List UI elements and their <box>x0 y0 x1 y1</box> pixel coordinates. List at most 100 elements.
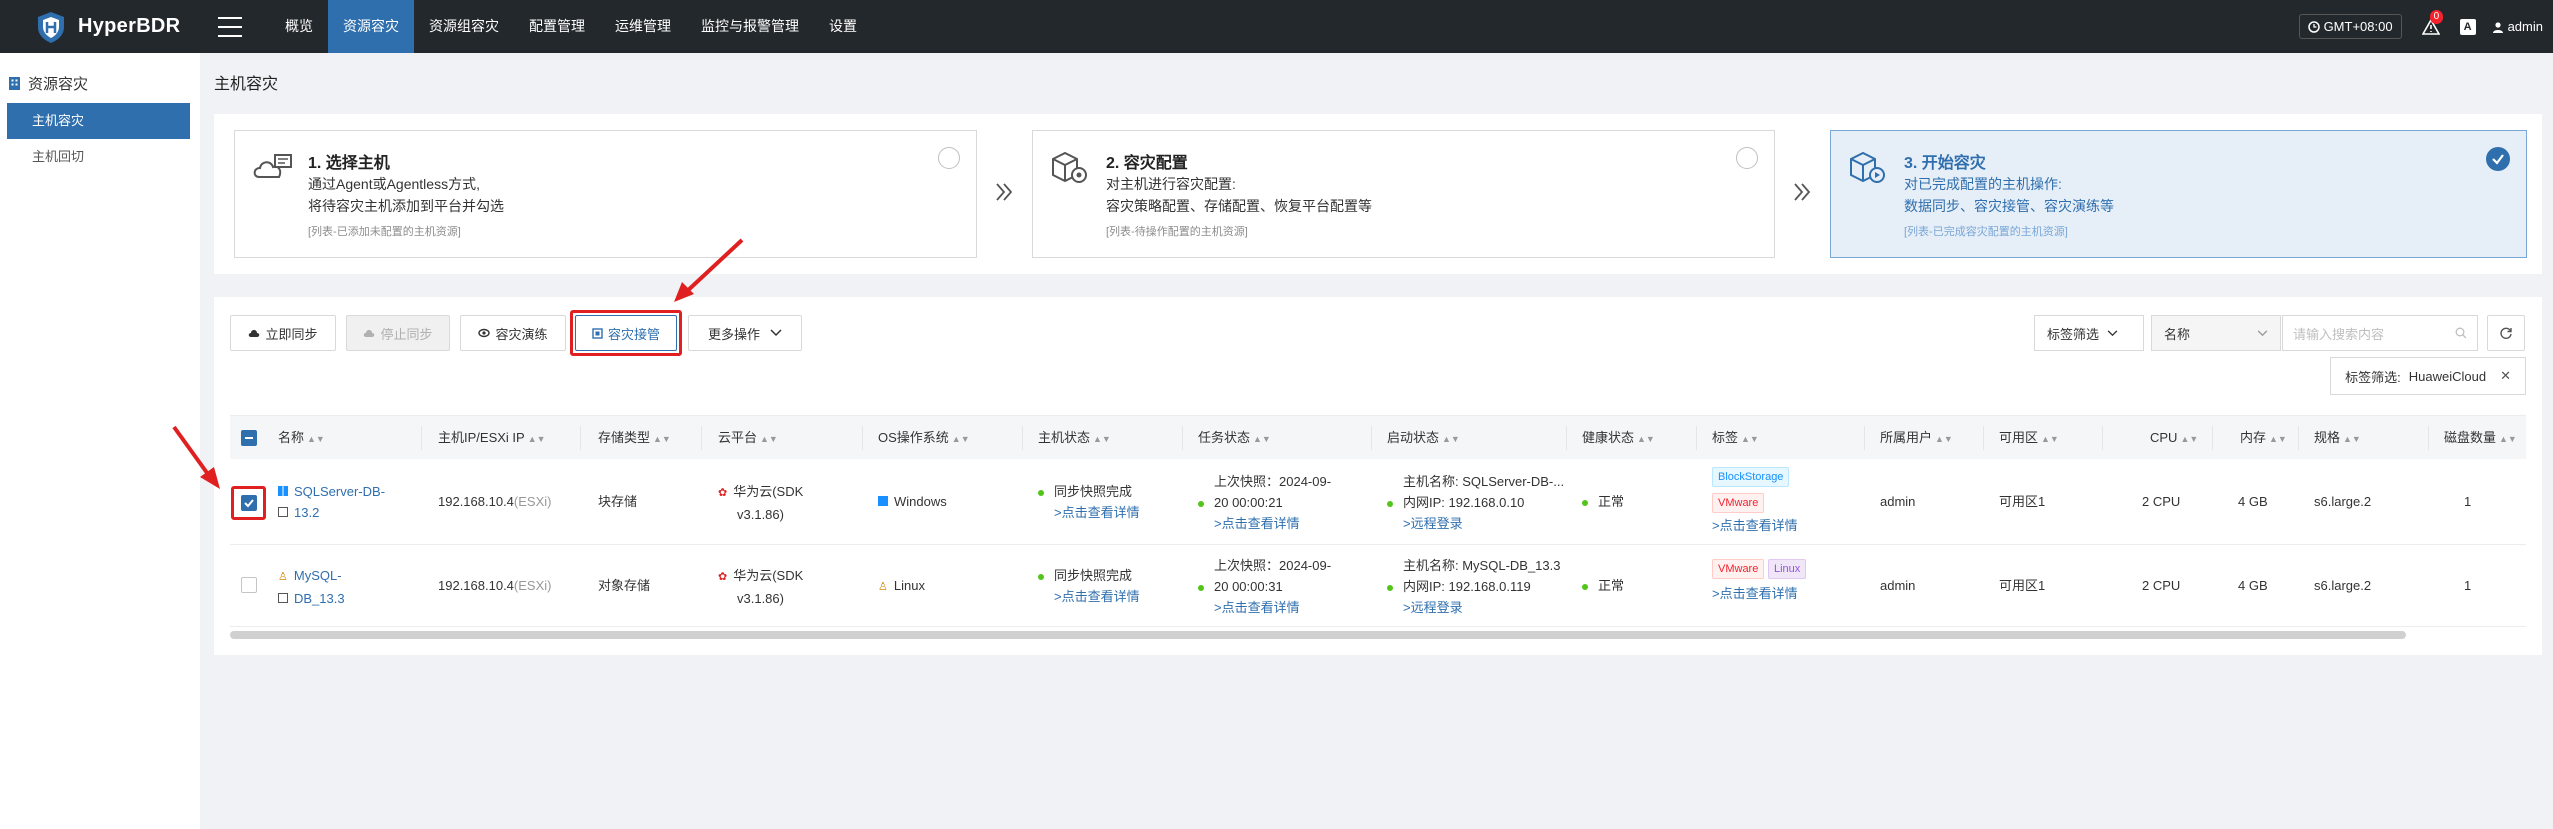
select-all-checkbox[interactable] <box>241 430 257 446</box>
close-icon[interactable]: ✕ <box>2500 368 2511 384</box>
step-start-dr[interactable]: 3. 开始容灾 对已完成配置的主机操作: 数据同步、容灾接管、容灾演练等 [列表… <box>1830 130 2527 258</box>
th-storage-label: 存储类型 <box>598 430 651 445</box>
th-health[interactable]: 健康状态 ▲▼ <box>1582 416 1655 460</box>
step-1-radio[interactable] <box>938 147 960 169</box>
nav-resource-group-dr[interactable]: 资源组容灾 <box>414 0 514 53</box>
table-header: 名称 ▲▼ 主机IP/ESXi IP ▲▼ 存储类型 ▲▼ 云平台 ▲▼ OS操作系统 ▲… <box>230 415 2526 459</box>
step-3-title: 3. 开始容灾 <box>1904 155 1986 172</box>
drill-icon <box>478 328 491 338</box>
top-navbar: HyperBDR 概览 资源容灾 资源组容灾 配置管理 运维管理 监控与报警管理… <box>0 0 2553 53</box>
sidebar-item-host-failback[interactable]: 主机回切 <box>7 139 190 175</box>
tag-detail-link[interactable]: >点击查看详情 <box>1712 515 1798 536</box>
th-spec-label: 规格 <box>2314 430 2341 445</box>
th-cpu[interactable]: CPU ▲▼ <box>2150 416 2198 460</box>
search-input[interactable]: 请输入搜索内容 <box>2282 315 2478 351</box>
stop-sync-label: 停止同步 <box>380 326 433 342</box>
host-status-detail-link[interactable]: >点击查看详情 <box>1038 502 1140 523</box>
check-circle-icon[interactable] <box>2486 147 2510 171</box>
host-name-cell[interactable]: SQLServer-DB- 13.2 <box>278 481 385 523</box>
cloud-cell: ✿ 华为云(SDK v3.1.86) <box>718 565 803 609</box>
more-actions-dropdown[interactable]: 更多操作 <box>688 315 802 351</box>
host-name-line2[interactable]: 13.2 <box>294 505 319 520</box>
sidebar-item-host-dr[interactable]: 主机容灾 <box>7 103 190 139</box>
sync-now-button[interactable]: 立即同步 <box>230 315 336 351</box>
memory-cell: 4 GB <box>2238 494 2268 509</box>
copy-icon[interactable] <box>278 507 288 517</box>
step-3-desc-line1: 对已完成配置的主机操作: <box>1904 176 2062 192</box>
th-ip-label: 主机IP/ESXi IP <box>438 430 525 445</box>
nav-config[interactable]: 配置管理 <box>514 0 600 53</box>
active-tag-filter[interactable]: 标签筛选: HuaweiCloud ✕ <box>2330 357 2526 395</box>
nav-monitor[interactable]: 监控与报警管理 <box>686 0 814 53</box>
stop-sync-button[interactable]: 停止同步 <box>346 315 450 351</box>
step-dr-config[interactable]: 2. 容灾配置 对主机进行容灾配置: 容灾策略配置、存储配置、恢复平台配置等 [… <box>1032 130 1775 258</box>
tag-detail-link[interactable]: >点击查看详情 <box>1712 583 1806 604</box>
highlight-checkbox <box>231 486 266 520</box>
ip-value: 192.168.10.4 <box>438 494 514 509</box>
tag-filter-dropdown[interactable]: 标签筛选 <box>2034 315 2144 351</box>
host-status-detail-link[interactable]: >点击查看详情 <box>1038 586 1140 607</box>
menu-toggle-icon[interactable] <box>218 16 242 37</box>
step-2-desc-line2: 容灾策略配置、存储配置、恢复平台配置等 <box>1106 198 1372 214</box>
task-detail-link[interactable]: >点击查看详情 <box>1198 597 1331 618</box>
remote-login-link[interactable]: >远程登录 <box>1387 597 1561 618</box>
host-name-line1[interactable]: MySQL- <box>294 568 342 583</box>
th-name[interactable]: 名称 ▲▼ <box>278 416 325 460</box>
health-value: 正常 <box>1598 494 1625 509</box>
cloud-cell: ✿ 华为云(SDK v3.1.86) <box>718 481 803 525</box>
step-select-host[interactable]: 1. 选择主机 通过Agent或Agentless方式, 将待容灾主机添加到平台… <box>234 130 977 258</box>
th-boot-status[interactable]: 启动状态 ▲▼ <box>1387 416 1460 460</box>
nav-resource-dr[interactable]: 资源容灾 <box>328 0 414 53</box>
th-storage[interactable]: 存储类型 ▲▼ <box>598 416 671 460</box>
sidebar-group-resource-dr[interactable]: 资源容灾 <box>0 53 200 103</box>
huawei-icon: ✿ <box>718 571 728 583</box>
th-cloud[interactable]: 云平台 ▲▼ <box>718 416 778 460</box>
remote-login-link[interactable]: >远程登录 <box>1387 513 1564 534</box>
table-row[interactable]: ♙ MySQL- DB_13.3 192.168.10.4(ESXi) 对象存储 … <box>230 545 2526 627</box>
row-checkbox[interactable] <box>241 577 257 593</box>
nav-ops[interactable]: 运维管理 <box>600 0 686 53</box>
active-filter-value: HuaweiCloud <box>2408 368 2487 384</box>
disks-cell: 1 <box>2464 578 2472 593</box>
horizontal-scrollbar[interactable] <box>230 631 2406 639</box>
th-owner[interactable]: 所属用户 ▲▼ <box>1880 416 1953 460</box>
table-row[interactable]: SQLServer-DB- 13.2 192.168.10.4(ESXi) 块存… <box>230 459 2526 545</box>
th-tags[interactable]: 标签 ▲▼ <box>1712 416 1759 460</box>
refresh-button[interactable] <box>2487 315 2525 351</box>
copy-icon[interactable] <box>278 593 288 603</box>
th-ip[interactable]: 主机IP/ESXi IP ▲▼ <box>438 416 546 460</box>
status-dot <box>1038 573 1044 580</box>
page-title: 主机容灾 <box>214 76 279 93</box>
steps-panel: 1. 选择主机 通过Agent或Agentless方式, 将待容灾主机添加到平台… <box>214 114 2542 274</box>
boot-status-cell: 主机名称: MySQL-DB_13.3 内网IP: 192.168.0.119 … <box>1387 555 1561 618</box>
host-name-line2[interactable]: DB_13.3 <box>294 591 345 606</box>
th-disks[interactable]: 磁盘数量 ▲▼ <box>2444 416 2517 460</box>
tag-badge: BlockStorage <box>1712 467 1790 487</box>
sidebar-group-label: 资源容灾 <box>28 75 89 93</box>
search-field-select[interactable]: 名称 <box>2151 315 2281 351</box>
timezone-selector[interactable]: GMT+08:00 <box>2298 14 2402 39</box>
th-zone[interactable]: 可用区 ▲▼ <box>1999 416 2059 460</box>
th-health-label: 健康状态 <box>1582 430 1635 445</box>
nav-settings[interactable]: 设置 <box>814 0 872 53</box>
step-3-desc-line2: 数据同步、容灾接管、容灾演练等 <box>1904 198 2114 214</box>
th-memory[interactable]: 内存 ▲▼ <box>2240 416 2287 460</box>
font-size-icon[interactable]: A <box>2459 18 2476 35</box>
health-value: 正常 <box>1598 578 1625 593</box>
task-detail-link[interactable]: >点击查看详情 <box>1198 513 1331 534</box>
step-2-radio[interactable] <box>1736 147 1758 169</box>
search-placeholder: 请输入搜索内容 <box>2293 326 2385 342</box>
host-name-line1[interactable]: SQLServer-DB- <box>294 484 385 499</box>
th-spec[interactable]: 规格 ▲▼ <box>2314 416 2361 460</box>
host-status-cell: 同步快照完成 >点击查看详情 <box>1038 565 1140 607</box>
alert-button[interactable]: 0 <box>2421 9 2444 36</box>
th-host-status[interactable]: 主机状态 ▲▼ <box>1038 416 1111 460</box>
host-name-cell[interactable]: ♙ MySQL- DB_13.3 <box>278 565 345 609</box>
dr-drill-button[interactable]: 容灾演练 <box>460 315 566 351</box>
box-play-icon <box>1850 151 1885 183</box>
th-task-status[interactable]: 任务状态 ▲▼ <box>1198 416 1271 460</box>
user-menu[interactable]: admin <box>2492 19 2543 34</box>
nav-overview[interactable]: 概览 <box>270 0 328 53</box>
app-logo[interactable]: HyperBDR <box>0 10 200 44</box>
th-os[interactable]: OS操作系统 ▲▼ <box>878 416 970 460</box>
